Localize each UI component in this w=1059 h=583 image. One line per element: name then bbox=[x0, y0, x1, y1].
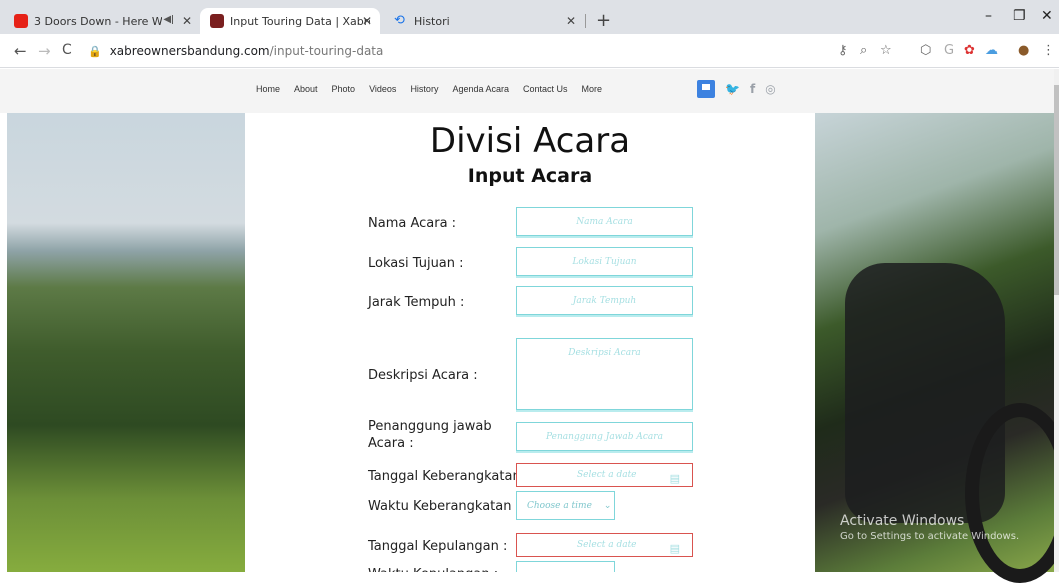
label-penanggung-jawab: Penanggung jawab Acara : bbox=[368, 419, 492, 451]
reload-button[interactable]: C bbox=[62, 42, 72, 58]
instagram-icon[interactable]: ◎ bbox=[765, 82, 775, 96]
web-page: Home About Photo Videos History Agenda A… bbox=[0, 69, 1059, 583]
label-jarak-tempuh: Jarak Tempuh : bbox=[368, 295, 465, 310]
back-button[interactable]: ← bbox=[14, 42, 27, 60]
extension-shield-icon[interactable]: ⬡ bbox=[920, 43, 931, 58]
browser-toolbar: ← → C 🔒 xabreownersbandung.com /input-to… bbox=[0, 34, 1059, 68]
label-tanggal-kepulangan: Tanggal Kepulangan : bbox=[368, 539, 508, 554]
watermark-subtitle: Go to Settings to activate Windows. bbox=[840, 531, 1020, 542]
zoom-icon[interactable]: ⌕ bbox=[860, 43, 867, 58]
label-lokasi-tujuan: Lokasi Tujuan : bbox=[368, 256, 464, 271]
youtube-icon bbox=[14, 14, 28, 28]
menu-agenda-acara[interactable]: Agenda Acara bbox=[452, 84, 509, 94]
menu-about[interactable]: About bbox=[294, 84, 318, 94]
close-tab-icon[interactable]: ✕ bbox=[182, 14, 192, 28]
motorcycle-photo: Activate Windows Go to Settings to activ… bbox=[815, 113, 1059, 583]
menu-contact-us[interactable]: Contact Us bbox=[523, 84, 568, 94]
close-window-button[interactable]: ✕ bbox=[1041, 8, 1053, 24]
tab-title: Input Touring Data | Xabreowner bbox=[230, 14, 370, 28]
menu-more[interactable]: More bbox=[582, 84, 603, 94]
form-container: Divisi Acara Input Acara Nama Acara : Na… bbox=[245, 113, 815, 572]
date-placeholder: Select a date bbox=[577, 540, 637, 550]
bookmark-star-icon[interactable]: ☆ bbox=[880, 43, 892, 58]
url-domain: xabreownersbandung.com bbox=[109, 44, 270, 58]
scrollbar-thumb[interactable] bbox=[1054, 85, 1059, 295]
tab-title: Histori bbox=[414, 14, 450, 28]
menu-kebab-icon[interactable]: ⋮ bbox=[1042, 43, 1055, 58]
tab-music-video[interactable]: 3 Doors Down - Here Withou ◀ǀ ✕ bbox=[4, 8, 200, 34]
date-placeholder: Select a date bbox=[577, 470, 637, 480]
menu-videos[interactable]: Videos bbox=[369, 84, 396, 94]
form-subtitle: Input Acara bbox=[467, 165, 593, 187]
lock-icon[interactable]: 🔒 bbox=[88, 45, 102, 58]
history-icon: ⟲ bbox=[394, 13, 405, 28]
label-waktu-keberangkatan: Waktu Keberangkatan : bbox=[368, 499, 520, 514]
chevron-down-icon[interactable]: ⌄ bbox=[604, 501, 612, 511]
windows-activation-watermark: Activate Windows Go to Settings to activ… bbox=[840, 513, 1019, 542]
address-bar[interactable]: 🔒 xabreownersbandung.com /input-touring-… bbox=[88, 39, 808, 63]
site-menu: Home About Photo Videos History Agenda A… bbox=[256, 84, 602, 94]
page-scrollbar[interactable] bbox=[1054, 69, 1059, 572]
nama-acara-input[interactable]: Nama Acara bbox=[516, 207, 693, 236]
close-tab-icon[interactable]: ✕ bbox=[362, 14, 372, 28]
extension-red-icon[interactable]: ✿ bbox=[964, 43, 975, 58]
extension-g-icon[interactable]: G bbox=[944, 43, 954, 58]
tab-history[interactable]: ⟲ Histori ✕ bbox=[384, 8, 584, 34]
forward-button[interactable]: → bbox=[38, 42, 51, 60]
key-icon[interactable]: ⚷ bbox=[838, 43, 848, 58]
social-links: 🐦 f ◎ bbox=[697, 80, 776, 98]
waktu-keberangkatan-timepicker[interactable]: Choose a time ⌄ bbox=[516, 491, 615, 520]
speaker-icon[interactable]: ◀ǀ bbox=[163, 14, 174, 25]
label-nama-acara: Nama Acara : bbox=[368, 216, 457, 231]
time-placeholder: Choose a time bbox=[527, 500, 592, 511]
calendar-icon[interactable]: ▤ bbox=[670, 472, 680, 485]
url-path: /input-touring-data bbox=[269, 44, 384, 58]
lokasi-tujuan-input[interactable]: Lokasi Tujuan bbox=[516, 247, 693, 276]
chat-badge-icon[interactable] bbox=[697, 80, 715, 98]
menu-photo[interactable]: Photo bbox=[332, 84, 356, 94]
tab-input-touring[interactable]: Input Touring Data | Xabreowner ✕ bbox=[200, 8, 380, 34]
close-tab-icon[interactable]: ✕ bbox=[566, 14, 576, 28]
penanggung-jawab-input[interactable]: Penanggung Jawab Acara bbox=[516, 422, 693, 451]
calendar-icon[interactable]: ▤ bbox=[670, 542, 680, 555]
landscape-photo bbox=[7, 113, 245, 572]
label-deskripsi-acara: Deskripsi Acara : bbox=[368, 368, 478, 383]
label-waktu-kepulangan: Waktu Kepulangan : bbox=[368, 566, 498, 572]
jarak-tempuh-input[interactable]: Jarak Tempuh bbox=[516, 286, 693, 315]
tanggal-keberangkatan-datepicker[interactable]: Select a date ▤ bbox=[516, 463, 693, 487]
waktu-kepulangan-timepicker[interactable] bbox=[516, 561, 615, 572]
deskripsi-acara-textarea[interactable]: Deskripsi Acara bbox=[516, 338, 693, 410]
minimize-button[interactable]: – bbox=[985, 8, 992, 24]
label-tanggal-keberangkatan: Tanggal Keberangkatan : bbox=[368, 469, 530, 484]
site-navigation: Home About Photo Videos History Agenda A… bbox=[0, 69, 1059, 113]
extension-cloud-icon[interactable]: ☁ bbox=[985, 43, 998, 58]
tab-separator bbox=[585, 14, 586, 28]
maximize-button[interactable]: ❐ bbox=[1013, 8, 1026, 24]
tanggal-kepulangan-datepicker[interactable]: Select a date ▤ bbox=[516, 533, 693, 557]
menu-home[interactable]: Home bbox=[256, 84, 280, 94]
new-tab-button[interactable]: + bbox=[596, 10, 611, 31]
menu-history[interactable]: History bbox=[410, 84, 438, 94]
site-favicon-icon bbox=[210, 14, 224, 28]
browser-tab-bar: 3 Doors Down - Here Withou ◀ǀ ✕ Input To… bbox=[0, 0, 1059, 34]
watermark-title: Activate Windows bbox=[840, 513, 965, 529]
profile-avatar-icon[interactable]: ● bbox=[1018, 43, 1029, 58]
tab-title: 3 Doors Down - Here Withou bbox=[34, 14, 162, 28]
page-title: Divisi Acara bbox=[429, 121, 631, 161]
twitter-icon[interactable]: 🐦 bbox=[725, 82, 740, 96]
facebook-icon[interactable]: f bbox=[750, 82, 755, 96]
